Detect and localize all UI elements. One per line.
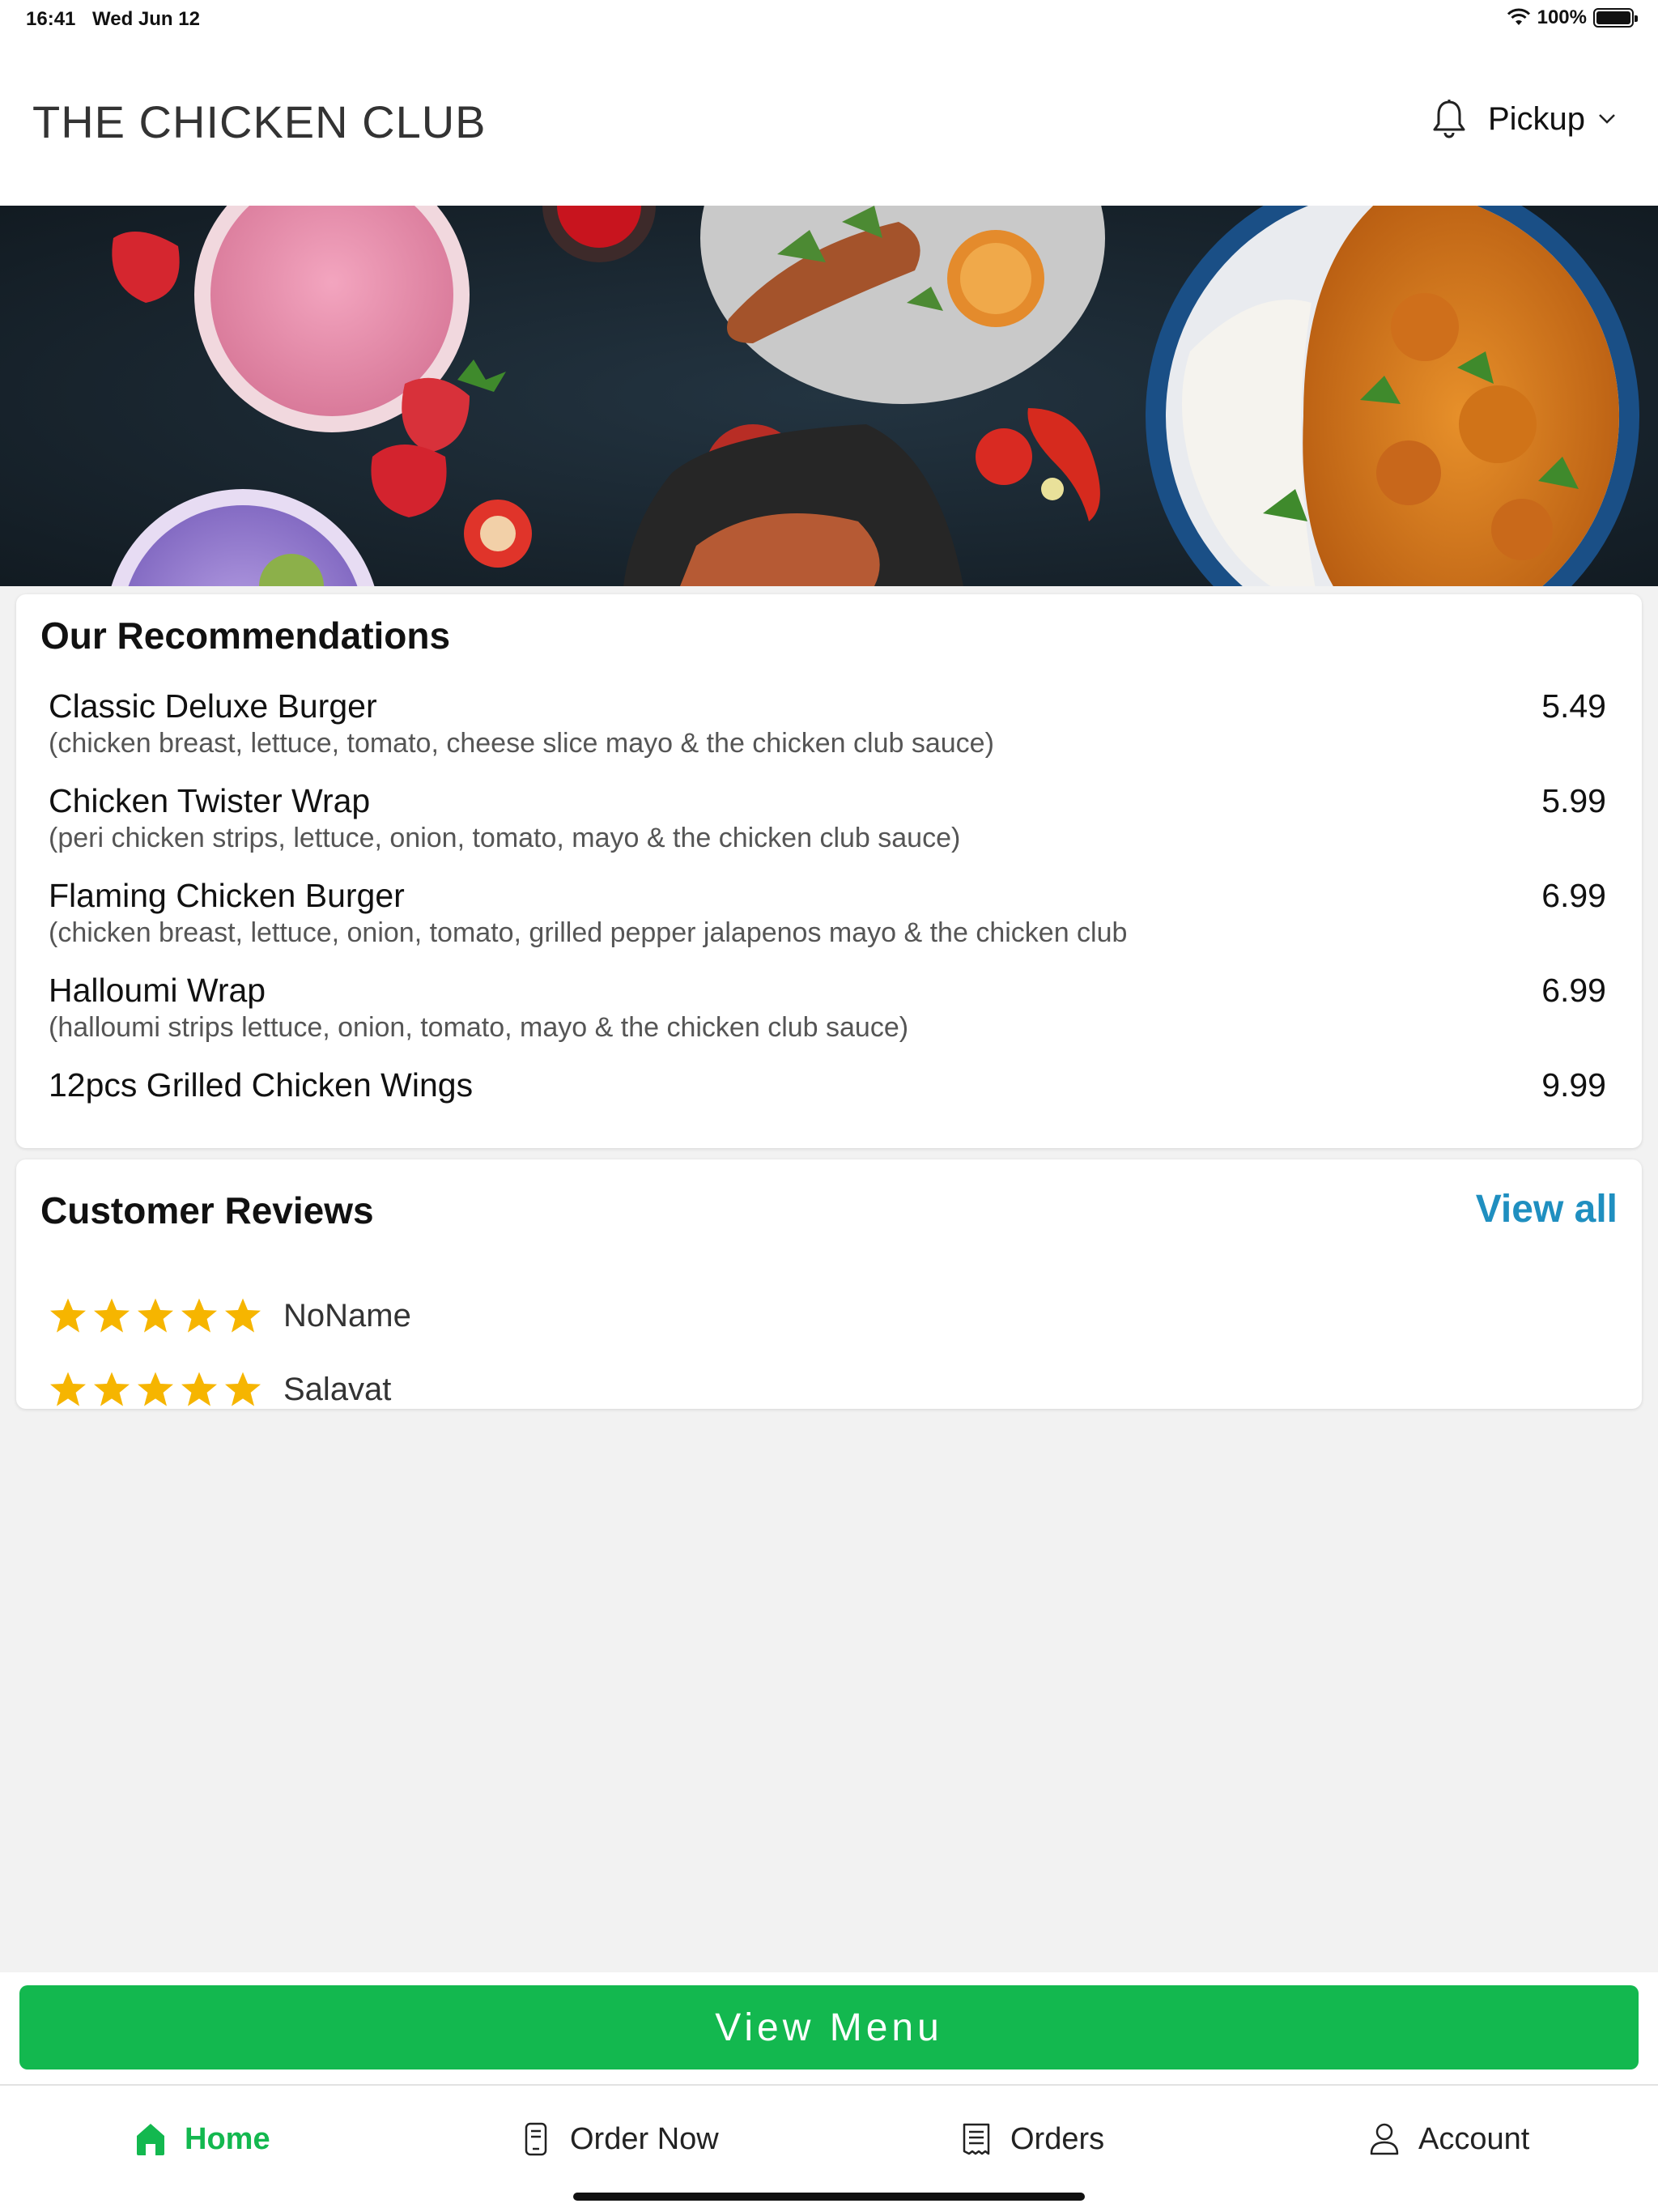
pickup-label: Pickup [1487, 100, 1585, 137]
app-header: THE CHICKEN CLUB Pickup [0, 37, 1658, 206]
tab-order-now-label: Order Now [570, 2121, 719, 2156]
menu-item-description: (halloumi strips lettuce, onion, tomato,… [49, 1012, 909, 1043]
tab-home[interactable]: Home [134, 2121, 270, 2157]
star-icon [50, 1298, 86, 1333]
star-icon [50, 1372, 86, 1406]
reviewer-name: NoName [283, 1297, 411, 1334]
status-indicators: 100% [1507, 6, 1638, 29]
recommendations-title: Our Recommendations [40, 615, 451, 657]
home-indicator [573, 2193, 1085, 2201]
reviews-title: Customer Reviews [40, 1189, 374, 1231]
star-icon [181, 1298, 217, 1333]
status-date: Wed Jun 12 [92, 8, 200, 30]
menu-item-description: (chicken breast, lettuce, onion, tomato,… [49, 917, 1128, 948]
menu-item[interactable]: 12pcs Grilled Chicken Wings 9.99 [49, 1066, 1606, 1122]
tab-account[interactable]: Account [1368, 2121, 1529, 2157]
menu-item-price: 6.99 [1541, 972, 1606, 1009]
battery-icon [1593, 8, 1638, 28]
bottom-tab-bar: Home Order Now Orders Account [0, 2084, 1658, 2212]
star-icon [225, 1372, 261, 1406]
review-list: NoName Salavat [49, 1279, 411, 1427]
view-menu-button[interactable]: View Menu [19, 1985, 1639, 2069]
star-icon [94, 1372, 130, 1406]
menu-item-price: 6.99 [1541, 877, 1606, 914]
star-icon [225, 1298, 261, 1333]
status-bar: 16:41 Wed Jun 12 100% [0, 0, 1658, 37]
status-time: 16:41 [26, 8, 76, 30]
receipt-icon [963, 2123, 990, 2155]
review-item[interactable]: NoName [49, 1279, 411, 1352]
star-icon [181, 1372, 217, 1406]
menu-item-description: (peri chicken strips, lettuce, onion, to… [49, 823, 961, 853]
tab-orders-label: Orders [1010, 2121, 1105, 2156]
order-icon [525, 2122, 547, 2156]
review-item[interactable]: Salavat [49, 1352, 411, 1427]
view-all-link[interactable]: View all [1476, 1187, 1618, 1231]
reviewer-name: Salavat [283, 1371, 392, 1407]
food-photo [0, 206, 1658, 586]
brand-title: THE CHICKEN CLUB [32, 96, 487, 147]
menu-item-description: (chicken breast, lettuce, tomato, cheese… [49, 728, 994, 759]
menu-item[interactable]: Flaming Chicken Burger (chicken breast, … [49, 876, 1606, 971]
hero-banner-image [0, 206, 1658, 586]
menu-item-name: Flaming Chicken Burger [49, 877, 405, 914]
tab-account-label: Account [1418, 2121, 1530, 2156]
header-actions: Pickup [1431, 99, 1616, 139]
star-icon [138, 1298, 173, 1333]
pickup-selector[interactable]: Pickup [1488, 101, 1616, 138]
star-icon [94, 1298, 130, 1333]
menu-item-name: Halloumi Wrap [49, 972, 266, 1009]
recommendations-list: Classic Deluxe Burger (chicken breast, l… [49, 687, 1606, 1122]
menu-item[interactable]: Classic Deluxe Burger (chicken breast, l… [49, 687, 1606, 781]
menu-item-price: 9.99 [1541, 1066, 1606, 1104]
star-icon [138, 1372, 173, 1406]
menu-item-name: Classic Deluxe Burger [49, 687, 377, 725]
user-icon [1370, 2123, 1399, 2155]
menu-item[interactable]: Chicken Twister Wrap (peri chicken strip… [49, 781, 1606, 876]
tab-order-now[interactable]: Order Now [520, 2121, 719, 2157]
cta-bar: View Menu [0, 1972, 1658, 2084]
menu-item-name: Chicken Twister Wrap [49, 782, 371, 819]
menu-item-price: 5.99 [1541, 782, 1606, 819]
recommendations-card: Our Recommendations Classic Deluxe Burge… [16, 594, 1642, 1148]
menu-item[interactable]: Halloumi Wrap (halloumi strips lettuce, … [49, 971, 1606, 1066]
menu-item-name: 12pcs Grilled Chicken Wings [49, 1066, 474, 1104]
wifi-icon [1507, 8, 1530, 25]
rating-stars [49, 1297, 262, 1334]
rating-stars [49, 1371, 262, 1408]
battery-percent: 100% [1537, 6, 1587, 28]
home-icon [137, 2124, 164, 2155]
menu-item-price: 5.49 [1541, 687, 1606, 725]
tab-home-label: Home [185, 2121, 270, 2156]
tab-orders[interactable]: Orders [960, 2121, 1104, 2157]
bell-icon[interactable] [1431, 99, 1467, 139]
chevron-down-icon [1599, 114, 1615, 124]
reviews-card: Customer Reviews View all NoName Salavat [16, 1159, 1642, 1409]
